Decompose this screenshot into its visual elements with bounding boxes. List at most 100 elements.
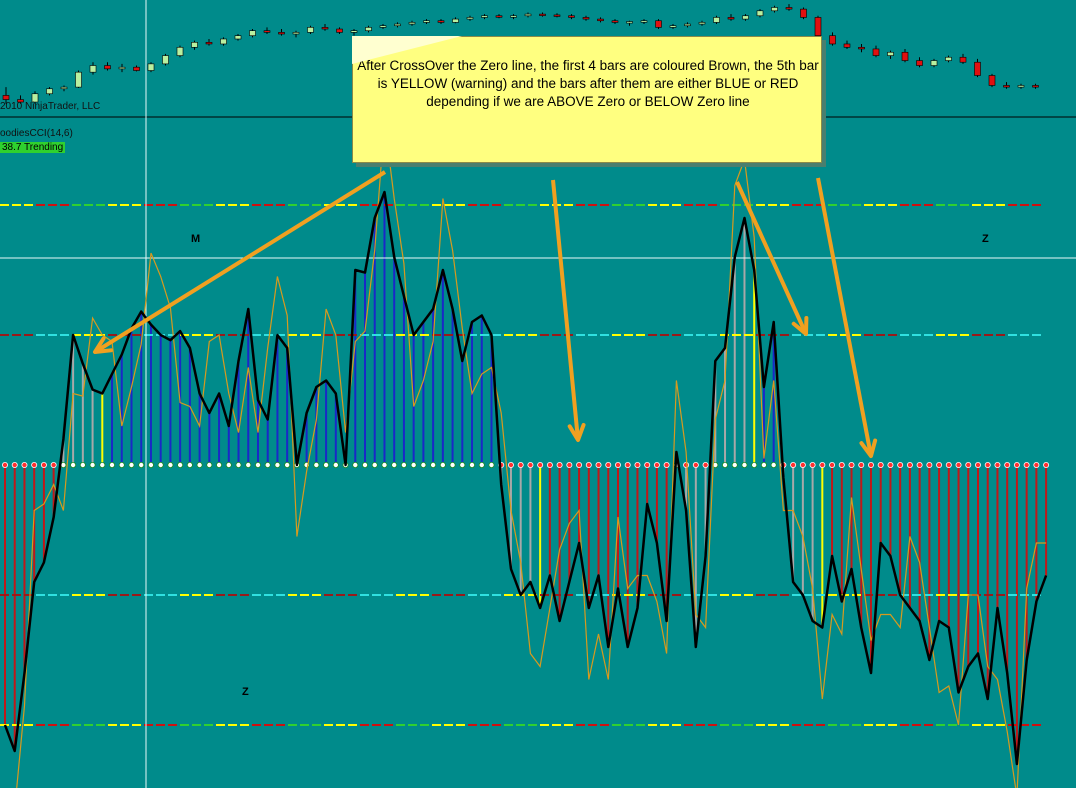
- zero-line-dot: [1023, 461, 1030, 468]
- candle-body: [756, 10, 764, 17]
- candle-body: [916, 60, 923, 66]
- candle-body: [872, 48, 880, 56]
- zero-line-dot: [663, 461, 670, 468]
- candle-body: [118, 66, 126, 70]
- candle-body: [263, 30, 271, 33]
- zero-line-dot: [702, 461, 709, 468]
- zero-line-dot: [40, 461, 47, 468]
- marker-m: M: [191, 233, 201, 245]
- candle-body: [437, 20, 445, 23]
- candle-body: [481, 15, 488, 18]
- zero-line-dot: [225, 461, 232, 468]
- annotation-arrow-shaft: [551, 179, 580, 441]
- zero-line-dot: [517, 461, 524, 468]
- zero-line-dot: [352, 461, 359, 468]
- candle-body: [510, 15, 517, 18]
- zero-line-dot: [809, 461, 816, 468]
- zero-line-dot: [819, 461, 826, 468]
- zero-line-dot: [1004, 461, 1011, 468]
- zero-line-dot: [254, 461, 261, 468]
- zero-line-dot: [576, 461, 583, 468]
- indicator-status-badge: 38.7 Trending: [0, 142, 66, 153]
- zero-line-dot: [975, 461, 982, 468]
- zero-line-dot: [556, 461, 563, 468]
- zero-line-dot: [566, 461, 573, 468]
- indicator-name-label: oodiesCCI(14,6): [0, 128, 73, 139]
- zero-line-dot: [926, 461, 933, 468]
- candle-body: [466, 17, 474, 20]
- zero-line-dot: [507, 461, 514, 468]
- annotation-text: After CrossOver the Zero line, the first…: [357, 58, 819, 109]
- candle-body: [365, 27, 372, 31]
- zero-line-dot: [605, 461, 612, 468]
- zero-line-dot: [537, 461, 544, 468]
- zero-line-dot: [478, 461, 485, 468]
- zero-line-dot: [235, 461, 242, 468]
- zero-line-dot: [264, 461, 271, 468]
- candle-body: [930, 60, 938, 66]
- zero-line-dot: [420, 461, 427, 468]
- candle-body: [568, 15, 575, 18]
- candle-body: [278, 32, 285, 35]
- candle-body: [814, 17, 822, 36]
- zero-line-dot: [371, 461, 378, 468]
- candle-body: [771, 7, 778, 12]
- zero-line-dot: [1033, 461, 1040, 468]
- candle-body: [2, 95, 10, 100]
- candle-body: [60, 86, 68, 90]
- zero-line-dot: [984, 461, 991, 468]
- zero-line-dot: [936, 461, 943, 468]
- zero-line-dot: [965, 461, 972, 468]
- candle-body: [524, 13, 532, 17]
- zero-line-dot: [692, 461, 699, 468]
- zero-line-dot: [196, 461, 203, 468]
- zero-line-dot: [770, 461, 777, 468]
- candle-body: [408, 22, 416, 25]
- zero-line-dot: [21, 461, 28, 468]
- candle-body: [452, 18, 459, 23]
- candle-body: [887, 51, 894, 56]
- candle-body: [829, 35, 836, 45]
- candle-body: [147, 63, 155, 71]
- zero-line-dot: [449, 461, 456, 468]
- zero-line-dot: [1043, 461, 1050, 468]
- candle-body: [176, 46, 184, 56]
- zero-line-dot: [877, 461, 884, 468]
- zero-line-dot: [897, 461, 904, 468]
- zero-line-dot: [585, 461, 592, 468]
- zero-line-dot: [167, 461, 174, 468]
- candle-body: [1017, 85, 1025, 88]
- zero-line-dot: [31, 461, 38, 468]
- zero-line-dot: [274, 461, 281, 468]
- zero-line-dot: [2, 461, 8, 468]
- candle-body: [133, 66, 140, 71]
- zero-line-dot: [858, 461, 865, 468]
- zero-line-dot: [887, 461, 894, 468]
- candle-body: [1003, 85, 1010, 88]
- candle-body: [394, 23, 401, 27]
- candle-body: [321, 27, 329, 30]
- candle-body: [698, 22, 706, 25]
- zero-line-dot: [118, 461, 125, 468]
- candle-body: [713, 17, 720, 23]
- zero-line-dot: [128, 461, 135, 468]
- marker-z-bottom: Z: [242, 686, 249, 698]
- candle-body: [611, 20, 619, 23]
- zero-line-dot: [731, 461, 738, 468]
- zero-line-dot: [906, 461, 913, 468]
- zero-line-dot: [634, 461, 641, 468]
- zero-line-dot: [546, 461, 553, 468]
- zero-line-dot: [89, 461, 96, 468]
- candle-body: [669, 25, 677, 28]
- zero-line-dot: [216, 461, 223, 468]
- copyright-label: 2010 NinjaTrader, LLC: [0, 101, 101, 112]
- zero-line-dot: [741, 461, 748, 468]
- candle-body: [423, 20, 430, 23]
- candle-body: [162, 55, 169, 65]
- candle-body: [727, 17, 735, 20]
- zero-line-dot: [157, 461, 164, 468]
- zero-line-dot: [799, 461, 806, 468]
- candle-body: [46, 88, 53, 95]
- candle-body: [945, 56, 952, 61]
- candle-body: [249, 30, 256, 36]
